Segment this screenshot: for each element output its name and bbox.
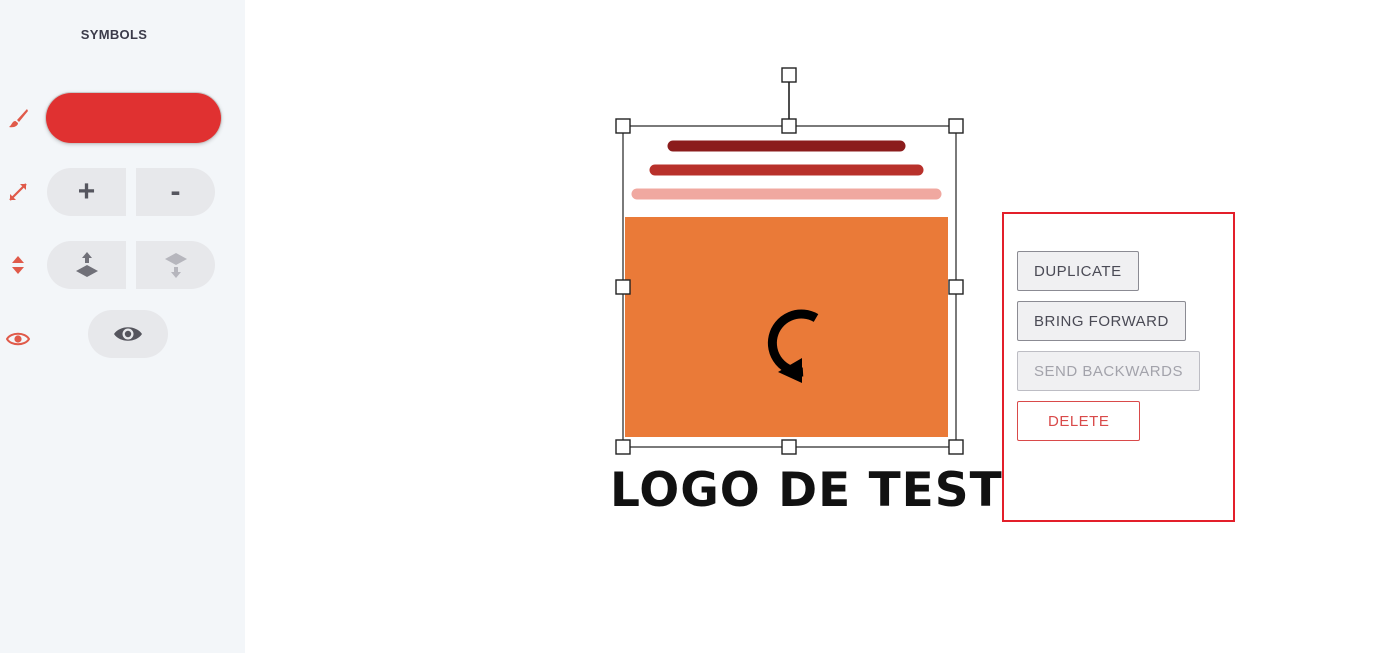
duplicate-button[interactable]: DUPLICATE xyxy=(1017,251,1139,291)
minus-label: - xyxy=(170,175,181,208)
handle-bottom-left[interactable] xyxy=(615,439,631,455)
decrease-size-button[interactable]: - xyxy=(136,168,215,216)
handle-bottom-center[interactable] xyxy=(781,439,797,455)
paintbrush-icon xyxy=(6,106,30,130)
layer-order-icon xyxy=(6,253,30,277)
context-menu: DUPLICATE BRING FORWARD SEND BACKWARDS D… xyxy=(1002,212,1235,522)
delete-button[interactable]: DELETE xyxy=(1017,401,1141,441)
plus-label: + xyxy=(77,175,96,208)
send-backwards-button[interactable]: SEND BACKWARDS xyxy=(1017,351,1200,391)
handle-middle-left[interactable] xyxy=(615,279,631,295)
layer-up-icon xyxy=(75,252,98,277)
bring-forward-button[interactable]: BRING FORWARD xyxy=(1017,301,1186,341)
visibility-toggle[interactable] xyxy=(88,310,168,358)
handle-top-right[interactable] xyxy=(948,118,964,134)
increase-size-button[interactable]: + xyxy=(47,168,126,216)
symbols-sidebar: SYMBOLS + - xyxy=(0,0,245,653)
handle-top-center[interactable] xyxy=(781,118,797,134)
rotate-handle[interactable] xyxy=(781,67,797,83)
layer-down-button[interactable] xyxy=(136,241,215,289)
handle-bottom-right[interactable] xyxy=(948,439,964,455)
logo-canvas[interactable] xyxy=(608,60,1008,530)
layer-down-icon xyxy=(164,253,187,278)
layer-up-button[interactable] xyxy=(47,241,126,289)
sidebar-title: SYMBOLS xyxy=(80,27,148,42)
eye-icon xyxy=(114,327,142,341)
color-swatch[interactable] xyxy=(46,93,221,143)
handle-middle-right[interactable] xyxy=(948,279,964,295)
handle-top-left[interactable] xyxy=(615,118,631,134)
logo-text[interactable]: LOGO DE TESTE xyxy=(610,463,1036,518)
symbol-block xyxy=(625,217,948,437)
resize-arrows-icon xyxy=(6,180,30,204)
eye-icon xyxy=(6,327,30,351)
